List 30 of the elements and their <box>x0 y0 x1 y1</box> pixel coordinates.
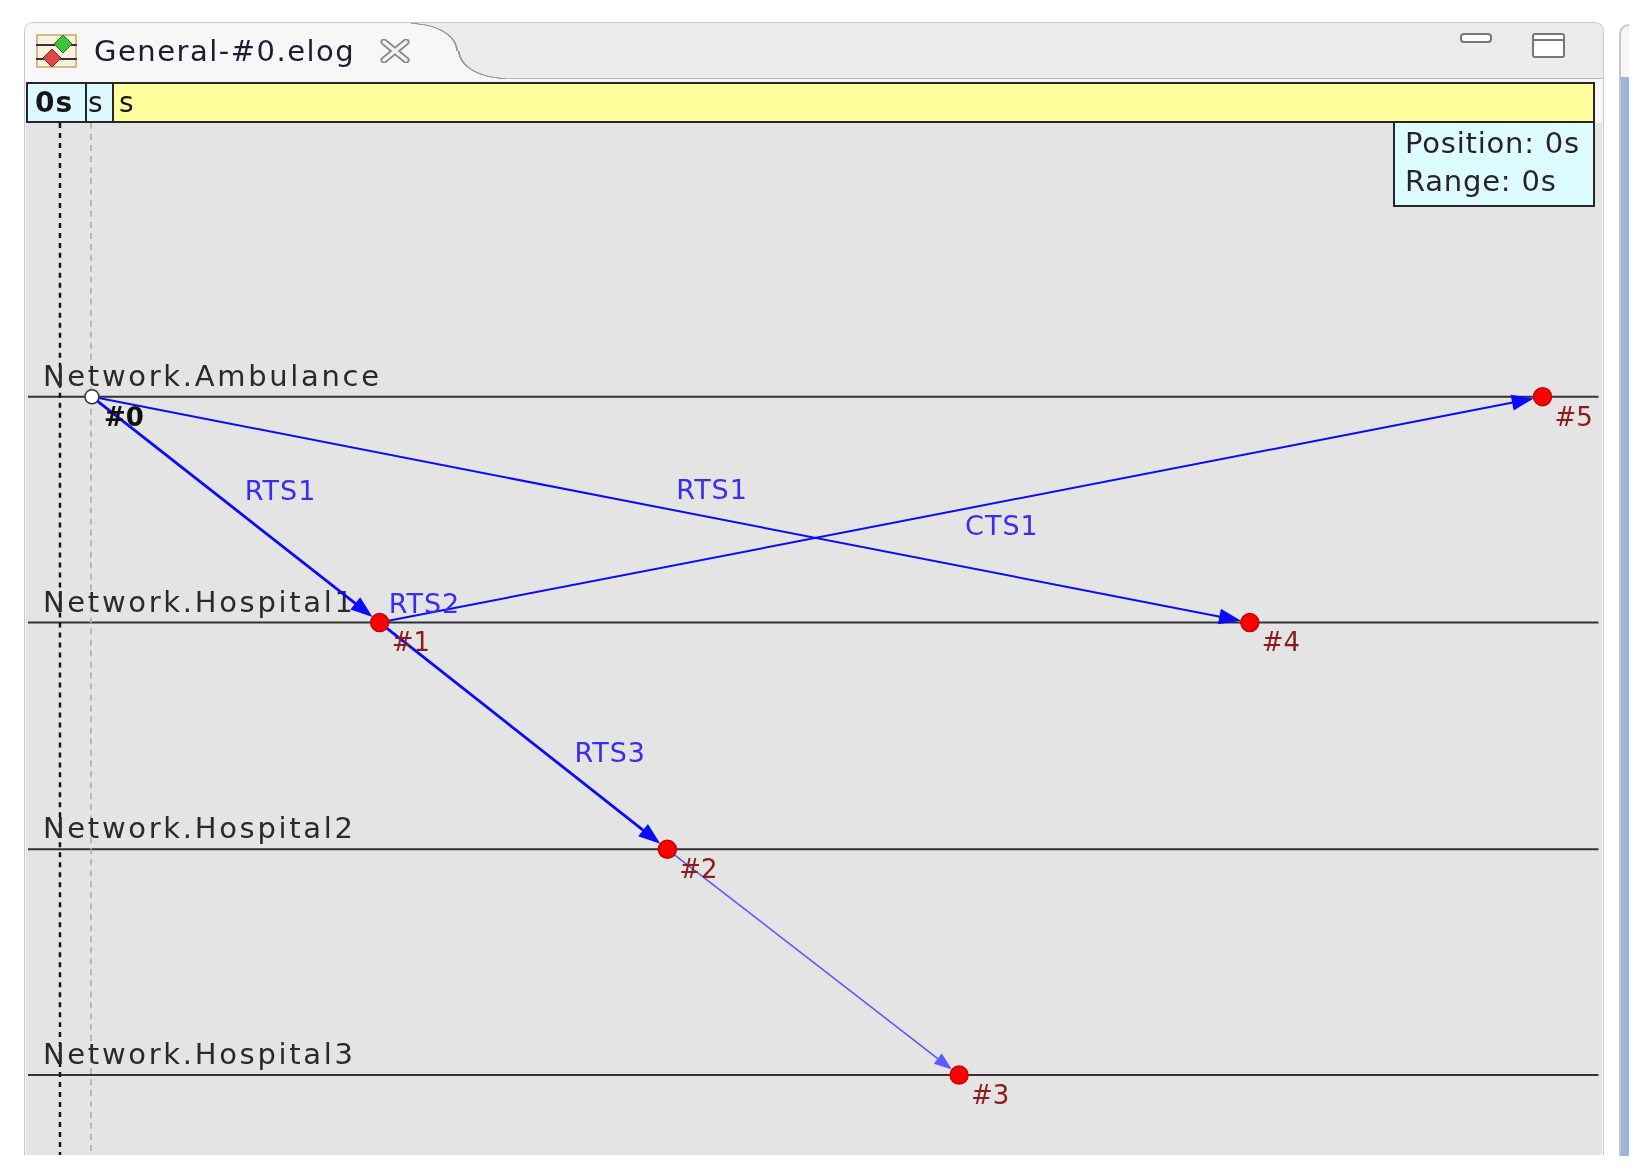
time-cursor-label: 0s <box>28 84 87 121</box>
close-icon <box>379 39 412 63</box>
message-label: CTS1 <box>965 509 1039 541</box>
event-dot-icon <box>949 1065 969 1085</box>
diamond-chart-icon <box>36 34 77 68</box>
message-label: RTS1 <box>244 474 317 506</box>
maximize-icon <box>1532 33 1565 58</box>
event-dot-icon <box>1240 612 1260 633</box>
axis-label: Network.Hospital1 <box>43 584 356 619</box>
event-dot-icon <box>657 839 678 860</box>
range-text: Range: 0s <box>1404 163 1558 200</box>
maximize-button[interactable] <box>1532 33 1565 58</box>
axis-label: Network.Hospital3 <box>43 1037 356 1072</box>
event-label: #3 <box>971 1080 1010 1111</box>
axis-label: Network.Ambulance <box>43 358 382 393</box>
event-label: #4 <box>1261 627 1301 658</box>
editor-tab[interactable]: General-#0.elog <box>25 23 507 79</box>
minimize-button[interactable] <box>1460 33 1492 43</box>
message-label: RTS1 <box>676 473 748 505</box>
axis-label: Network.Hospital2 <box>43 811 356 846</box>
event-label: #5 <box>1554 401 1593 432</box>
position-text: Position: 0s <box>1404 125 1580 162</box>
event-dot-icon <box>369 612 390 633</box>
event-dot-icon <box>1532 387 1553 407</box>
time-marker-label: s <box>87 84 114 121</box>
event-ring-icon <box>84 389 100 405</box>
minimize-icon <box>1460 33 1492 43</box>
close-button[interactable] <box>379 39 412 63</box>
message-label: RTS2 <box>388 587 461 619</box>
message-label: RTS3 <box>574 737 646 769</box>
